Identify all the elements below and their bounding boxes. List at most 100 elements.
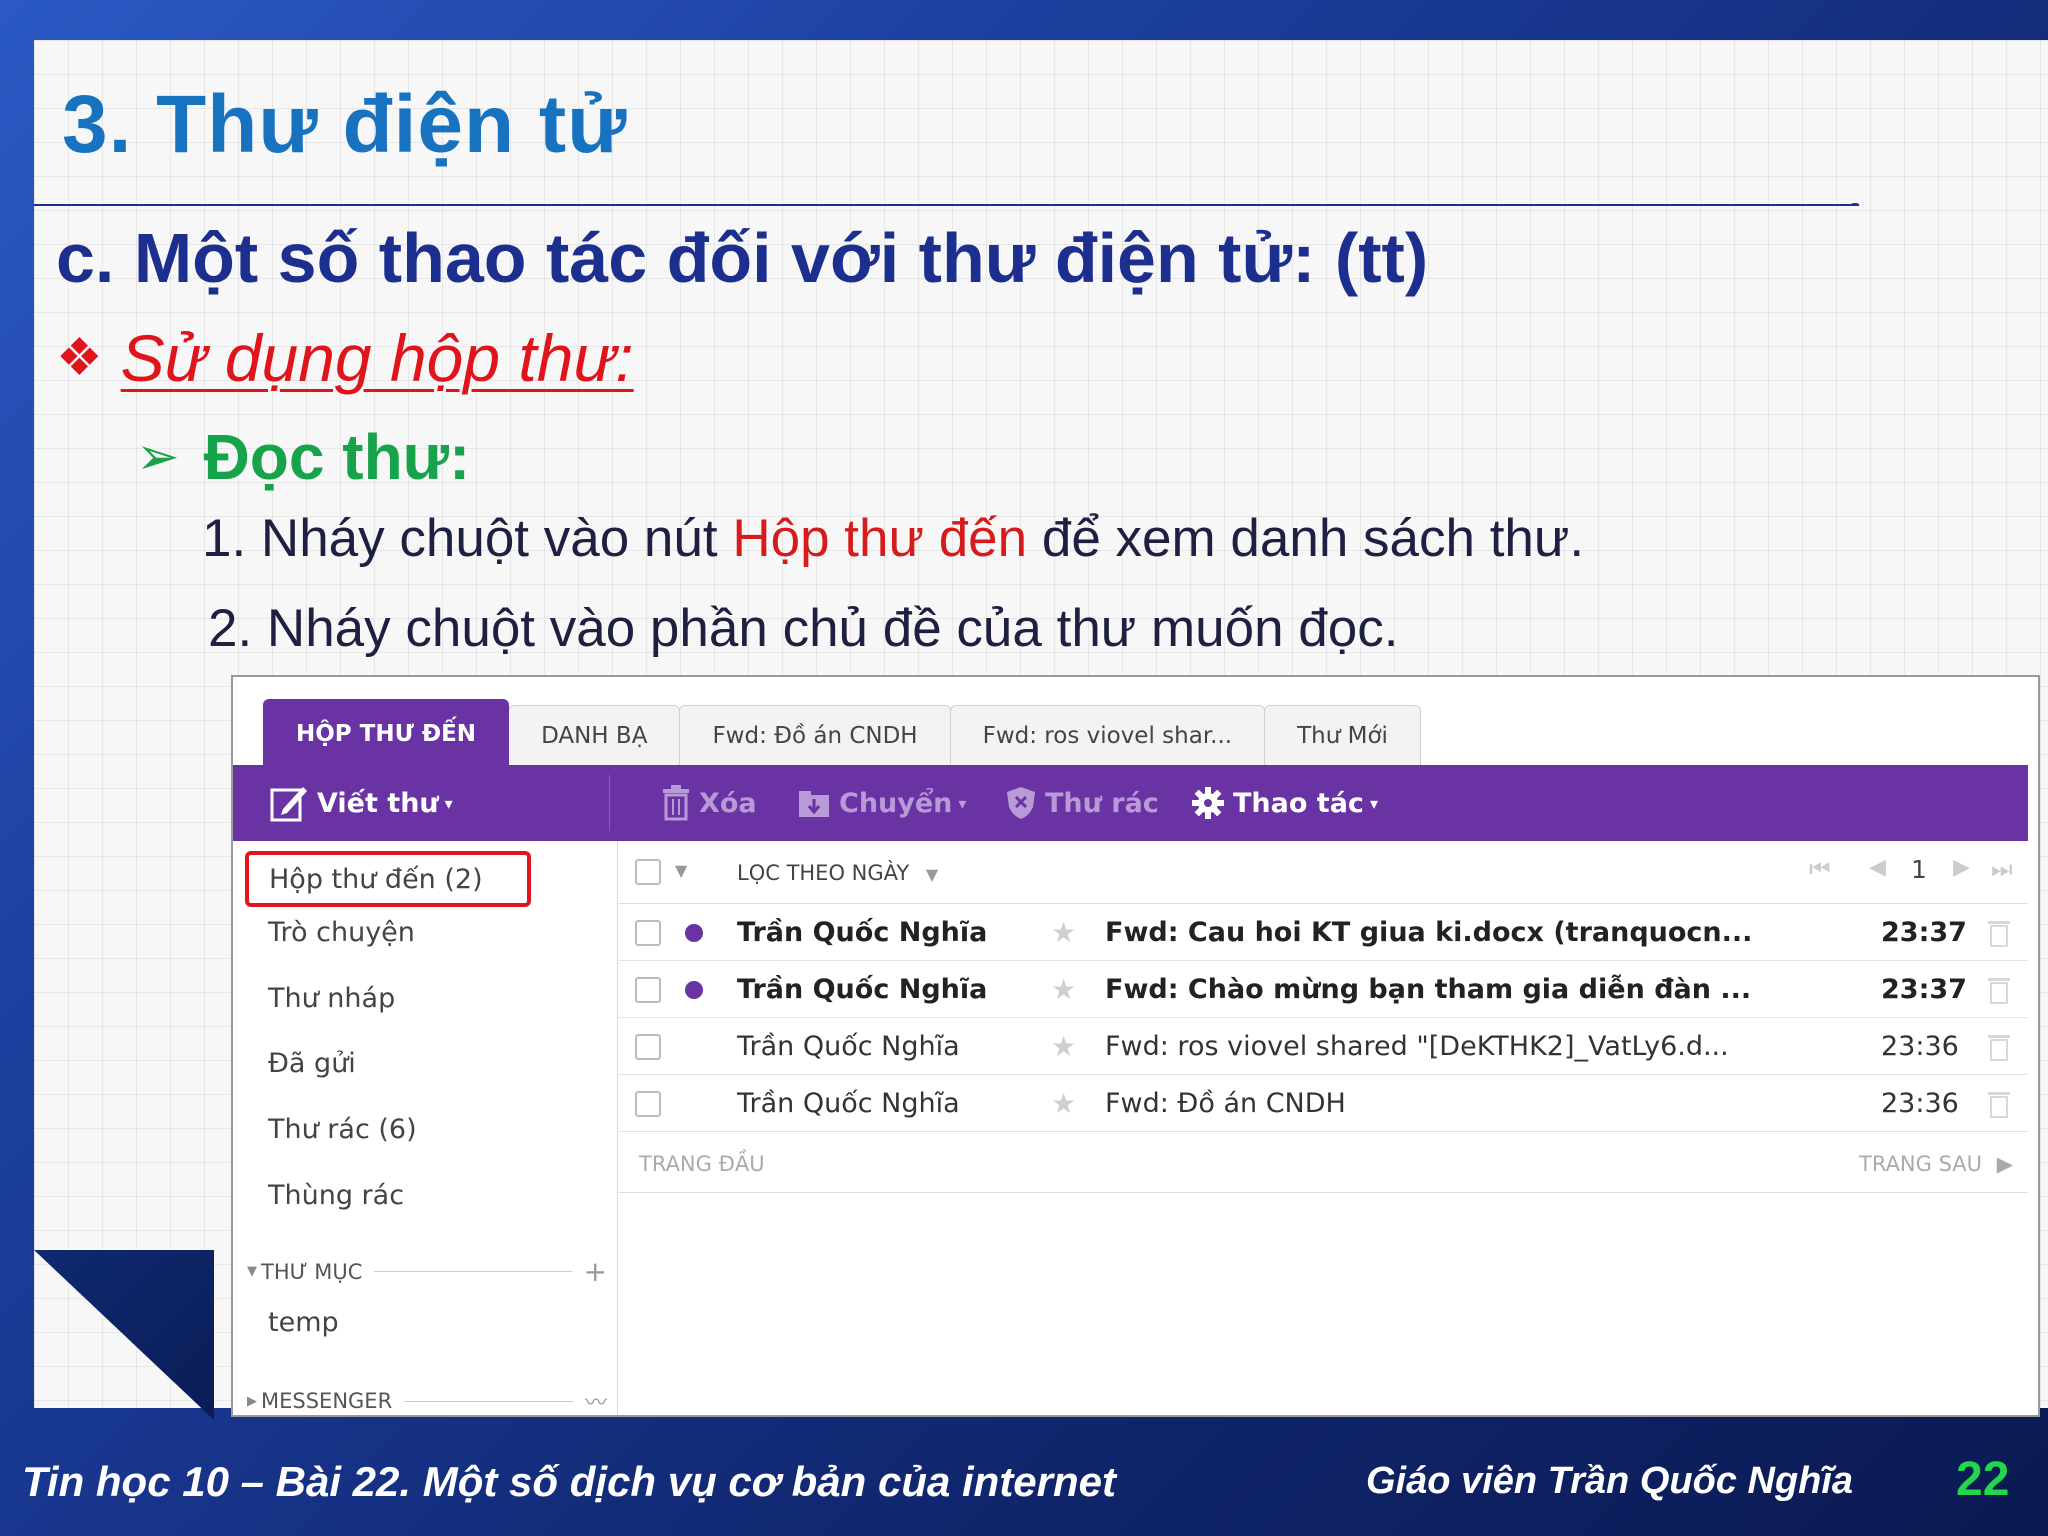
move-folder-icon — [799, 791, 829, 817]
caret-down-icon: ▼ — [247, 1264, 257, 1279]
message-row[interactable]: Trần Quốc Nghĩa ★ Fwd: Đồ án CNDH 23:36 — [619, 1075, 2028, 1132]
slide-title: 3. Thư điện tử — [62, 79, 628, 170]
message-time: 23:36 — [1881, 1030, 1959, 1062]
compose-button[interactable]: Viết thư ▾ — [269, 765, 453, 841]
trash-icon[interactable] — [1987, 1089, 2011, 1119]
compose-label: Viết thư — [317, 787, 439, 819]
message-row[interactable]: Trần Quốc Nghĩa ★ Fwd: Cau hoi KT giua k… — [619, 904, 2028, 961]
spam-shield-icon — [1007, 787, 1035, 819]
message-time: 23:37 — [1881, 916, 1967, 948]
unread-dot-icon — [685, 924, 703, 942]
row-checkbox[interactable] — [635, 920, 661, 946]
bullet-level1-text: Sử dụng hộp thư: — [120, 321, 634, 395]
step-1-suffix: để xem danh sách thư. — [1027, 509, 1585, 568]
message-sender: Trần Quốc Nghĩa — [737, 1087, 960, 1119]
trash-icon[interactable] — [1987, 975, 2011, 1005]
slide-subtitle: c. Một số thao tác đối với thư điện tử: … — [56, 219, 1429, 297]
folder-inbox-label: Hộp thư đến (2) — [269, 863, 483, 895]
messenger-section-header[interactable]: ▶ MESSENGER 〰 — [247, 1385, 607, 1415]
folder-drafts[interactable]: Thư nháp — [268, 983, 395, 1014]
row-checkbox[interactable] — [635, 1091, 661, 1117]
message-subject[interactable]: Fwd: Chào mừng bạn tham gia diễn đàn ... — [1105, 961, 1751, 1017]
unread-dot-icon — [685, 981, 703, 999]
actions-label: Thao tác — [1233, 787, 1364, 819]
list-footer: TRANG ĐẦU TRANG SAU ▶ — [619, 1132, 2028, 1193]
message-row[interactable]: Trần Quốc Nghĩa ★ Fwd: ros viovel shared… — [619, 1018, 2028, 1075]
caret-right-icon: ▶ — [247, 1393, 257, 1409]
message-time: 23:36 — [1881, 1087, 1959, 1119]
section-divider — [404, 1400, 573, 1402]
row-checkbox[interactable] — [635, 1034, 661, 1060]
add-folder-icon[interactable]: + — [584, 1255, 607, 1288]
sidebar-divider — [617, 841, 618, 1415]
folder-inbox[interactable]: Hộp thư đến (2) — [245, 851, 531, 907]
step-1-highlight: Hộp thư đến — [732, 509, 1028, 568]
footer-course-title: Tin học 10 – Bài 22. Một số dịch vụ cơ b… — [22, 1458, 1117, 1505]
delete-button[interactable]: Xóa — [661, 765, 757, 841]
first-page-link[interactable]: TRANG ĐẦU — [639, 1152, 765, 1176]
bullet-level1: ❖ Sử dụng hộp thư: — [56, 320, 634, 396]
toolbar-separator — [609, 775, 610, 831]
folder-sent[interactable]: Đã gửi — [268, 1048, 356, 1079]
message-subject[interactable]: Fwd: Đồ án CNDH — [1105, 1075, 1346, 1131]
folder-chat[interactable]: Trò chuyện — [268, 917, 415, 948]
star-icon[interactable]: ★ — [1051, 961, 1076, 1017]
folders-section-label: THƯ MỤC — [261, 1259, 363, 1284]
move-button[interactable]: Chuyển ▾ — [797, 765, 966, 841]
trash-icon[interactable] — [1987, 918, 2011, 948]
message-subject[interactable]: Fwd: ros viovel shared "[DeKTHK2]_VatLy6… — [1105, 1018, 1729, 1074]
page-number: 1 — [1911, 855, 1927, 884]
message-subject[interactable]: Fwd: Cau hoi KT giua ki.docx (tranquocn.… — [1105, 904, 1752, 960]
actions-button[interactable]: Thao tác ▾ — [1191, 765, 1378, 841]
message-sender: Trần Quốc Nghĩa — [737, 1030, 960, 1062]
tab-inbox[interactable]: HỘP THƯ ĐẾN — [263, 699, 510, 768]
mail-screenshot: HỘP THƯ ĐẾN DANH BẠ Fwd: Đồ án CNDH Fwd:… — [231, 675, 2040, 1417]
sort-label: LỌC THEO NGÀY — [737, 861, 910, 885]
footer-teacher: Giáo viên Trần Quốc Nghĩa — [1366, 1460, 1854, 1502]
message-row[interactable]: Trần Quốc Nghĩa ★ Fwd: Chào mừng bạn tha… — [619, 961, 2028, 1018]
messenger-status-icon[interactable]: 〰 — [585, 1385, 607, 1415]
folders-section-header[interactable]: ▼ THƯ MỤC + — [247, 1255, 607, 1288]
chevron-down-icon: ▼ — [925, 865, 939, 884]
tab-new-message[interactable]: Thư Mới — [1264, 705, 1421, 766]
delete-label: Xóa — [699, 787, 757, 819]
select-all-checkbox[interactable] — [635, 859, 661, 885]
message-time: 23:37 — [1881, 973, 1967, 1005]
arrow-bullet-icon: ➢ — [136, 428, 180, 486]
sort-by-date-dropdown[interactable]: LỌC THEO NGÀY ▼ — [737, 861, 938, 885]
spam-button[interactable]: Thư rác — [1005, 765, 1159, 841]
folder-spam[interactable]: Thư rác (6) — [268, 1114, 417, 1145]
tab-contacts[interactable]: DANH BẠ — [508, 705, 681, 766]
next-page-link[interactable]: TRANG SAU ▶ — [1859, 1152, 2013, 1176]
message-sender: Trần Quốc Nghĩa — [737, 973, 988, 1005]
next-page-icon[interactable]: ▶ — [1953, 855, 1970, 880]
next-page-label: TRANG SAU — [1859, 1152, 1983, 1176]
row-checkbox[interactable] — [635, 977, 661, 1003]
chevron-right-icon: ▶ — [1996, 1152, 2013, 1176]
folder-temp[interactable]: temp — [268, 1307, 339, 1338]
gear-icon — [1192, 787, 1224, 819]
tab-message-cndh[interactable]: Fwd: Đồ án CNDH — [679, 705, 951, 766]
message-sender: Trần Quốc Nghĩa — [737, 916, 988, 948]
chevron-down-icon[interactable]: ▼ — [675, 861, 687, 880]
step-1-prefix: 1. Nháy chuột vào nút — [202, 509, 733, 568]
star-icon[interactable]: ★ — [1051, 1018, 1076, 1074]
tab-message-ros[interactable]: Fwd: ros viovel shar... — [949, 705, 1266, 766]
chevron-down-icon: ▾ — [958, 793, 967, 813]
star-icon[interactable]: ★ — [1051, 1075, 1076, 1131]
bullet-level2: ➢ Đọc thư: — [136, 420, 470, 494]
prev-page-icon[interactable]: ◀ — [1869, 855, 1886, 880]
bullet-level2-text: Đọc thư: — [203, 421, 471, 493]
spam-label: Thư rác — [1045, 787, 1159, 819]
list-header: ▼ LỌC THEO NGÀY ▼ ⏮ ◀ 1 ▶ ⏭ — [619, 841, 2028, 904]
chevron-down-icon: ▾ — [1369, 793, 1378, 813]
folder-sidebar: Hộp thư đến (2) Trò chuyện Thư nháp Đã g… — [233, 841, 617, 1415]
step-2: 2. Nháy chuột vào phần chủ đề của thư mu… — [208, 599, 1399, 658]
folder-trash[interactable]: Thùng rác — [268, 1180, 404, 1211]
last-page-icon[interactable]: ⏭ — [1991, 855, 2013, 883]
move-label: Chuyển — [839, 787, 953, 819]
first-page-icon[interactable]: ⏮ — [1809, 855, 1831, 883]
chevron-down-icon: ▾ — [444, 793, 453, 813]
trash-icon[interactable] — [1987, 1032, 2011, 1062]
star-icon[interactable]: ★ — [1051, 904, 1076, 960]
